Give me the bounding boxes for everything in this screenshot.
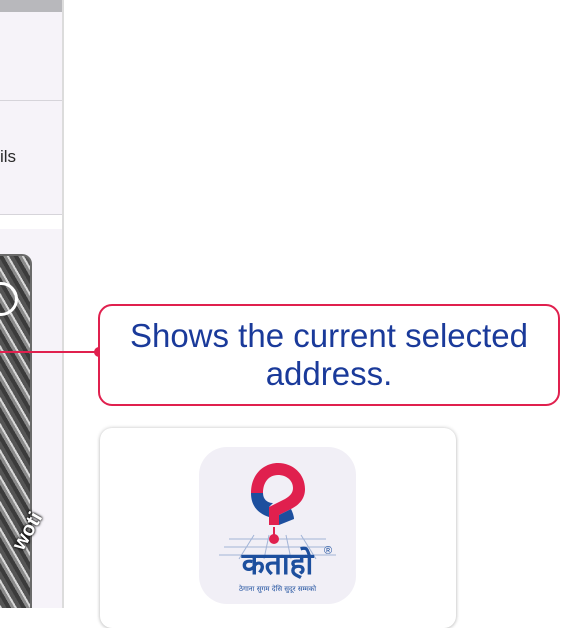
- logo-tagline: ठेगाना सुगम देसि सुदूर सम्मको: [238, 585, 317, 593]
- callout-connector-line: [0, 351, 98, 353]
- divider: [0, 100, 62, 101]
- callout-text: Shows the current selected address.: [129, 317, 529, 392]
- top-bar: [0, 0, 62, 12]
- callout-box: Shows the current selected address.: [98, 304, 560, 406]
- details-label: ils: [0, 147, 17, 166]
- section-gap: [0, 215, 62, 229]
- app-panel: ils woti: [0, 0, 62, 608]
- panel-edge-shadow: [62, 0, 64, 608]
- registered-mark: ®: [324, 545, 333, 557]
- logo-brand-text: कताहो: [241, 547, 314, 582]
